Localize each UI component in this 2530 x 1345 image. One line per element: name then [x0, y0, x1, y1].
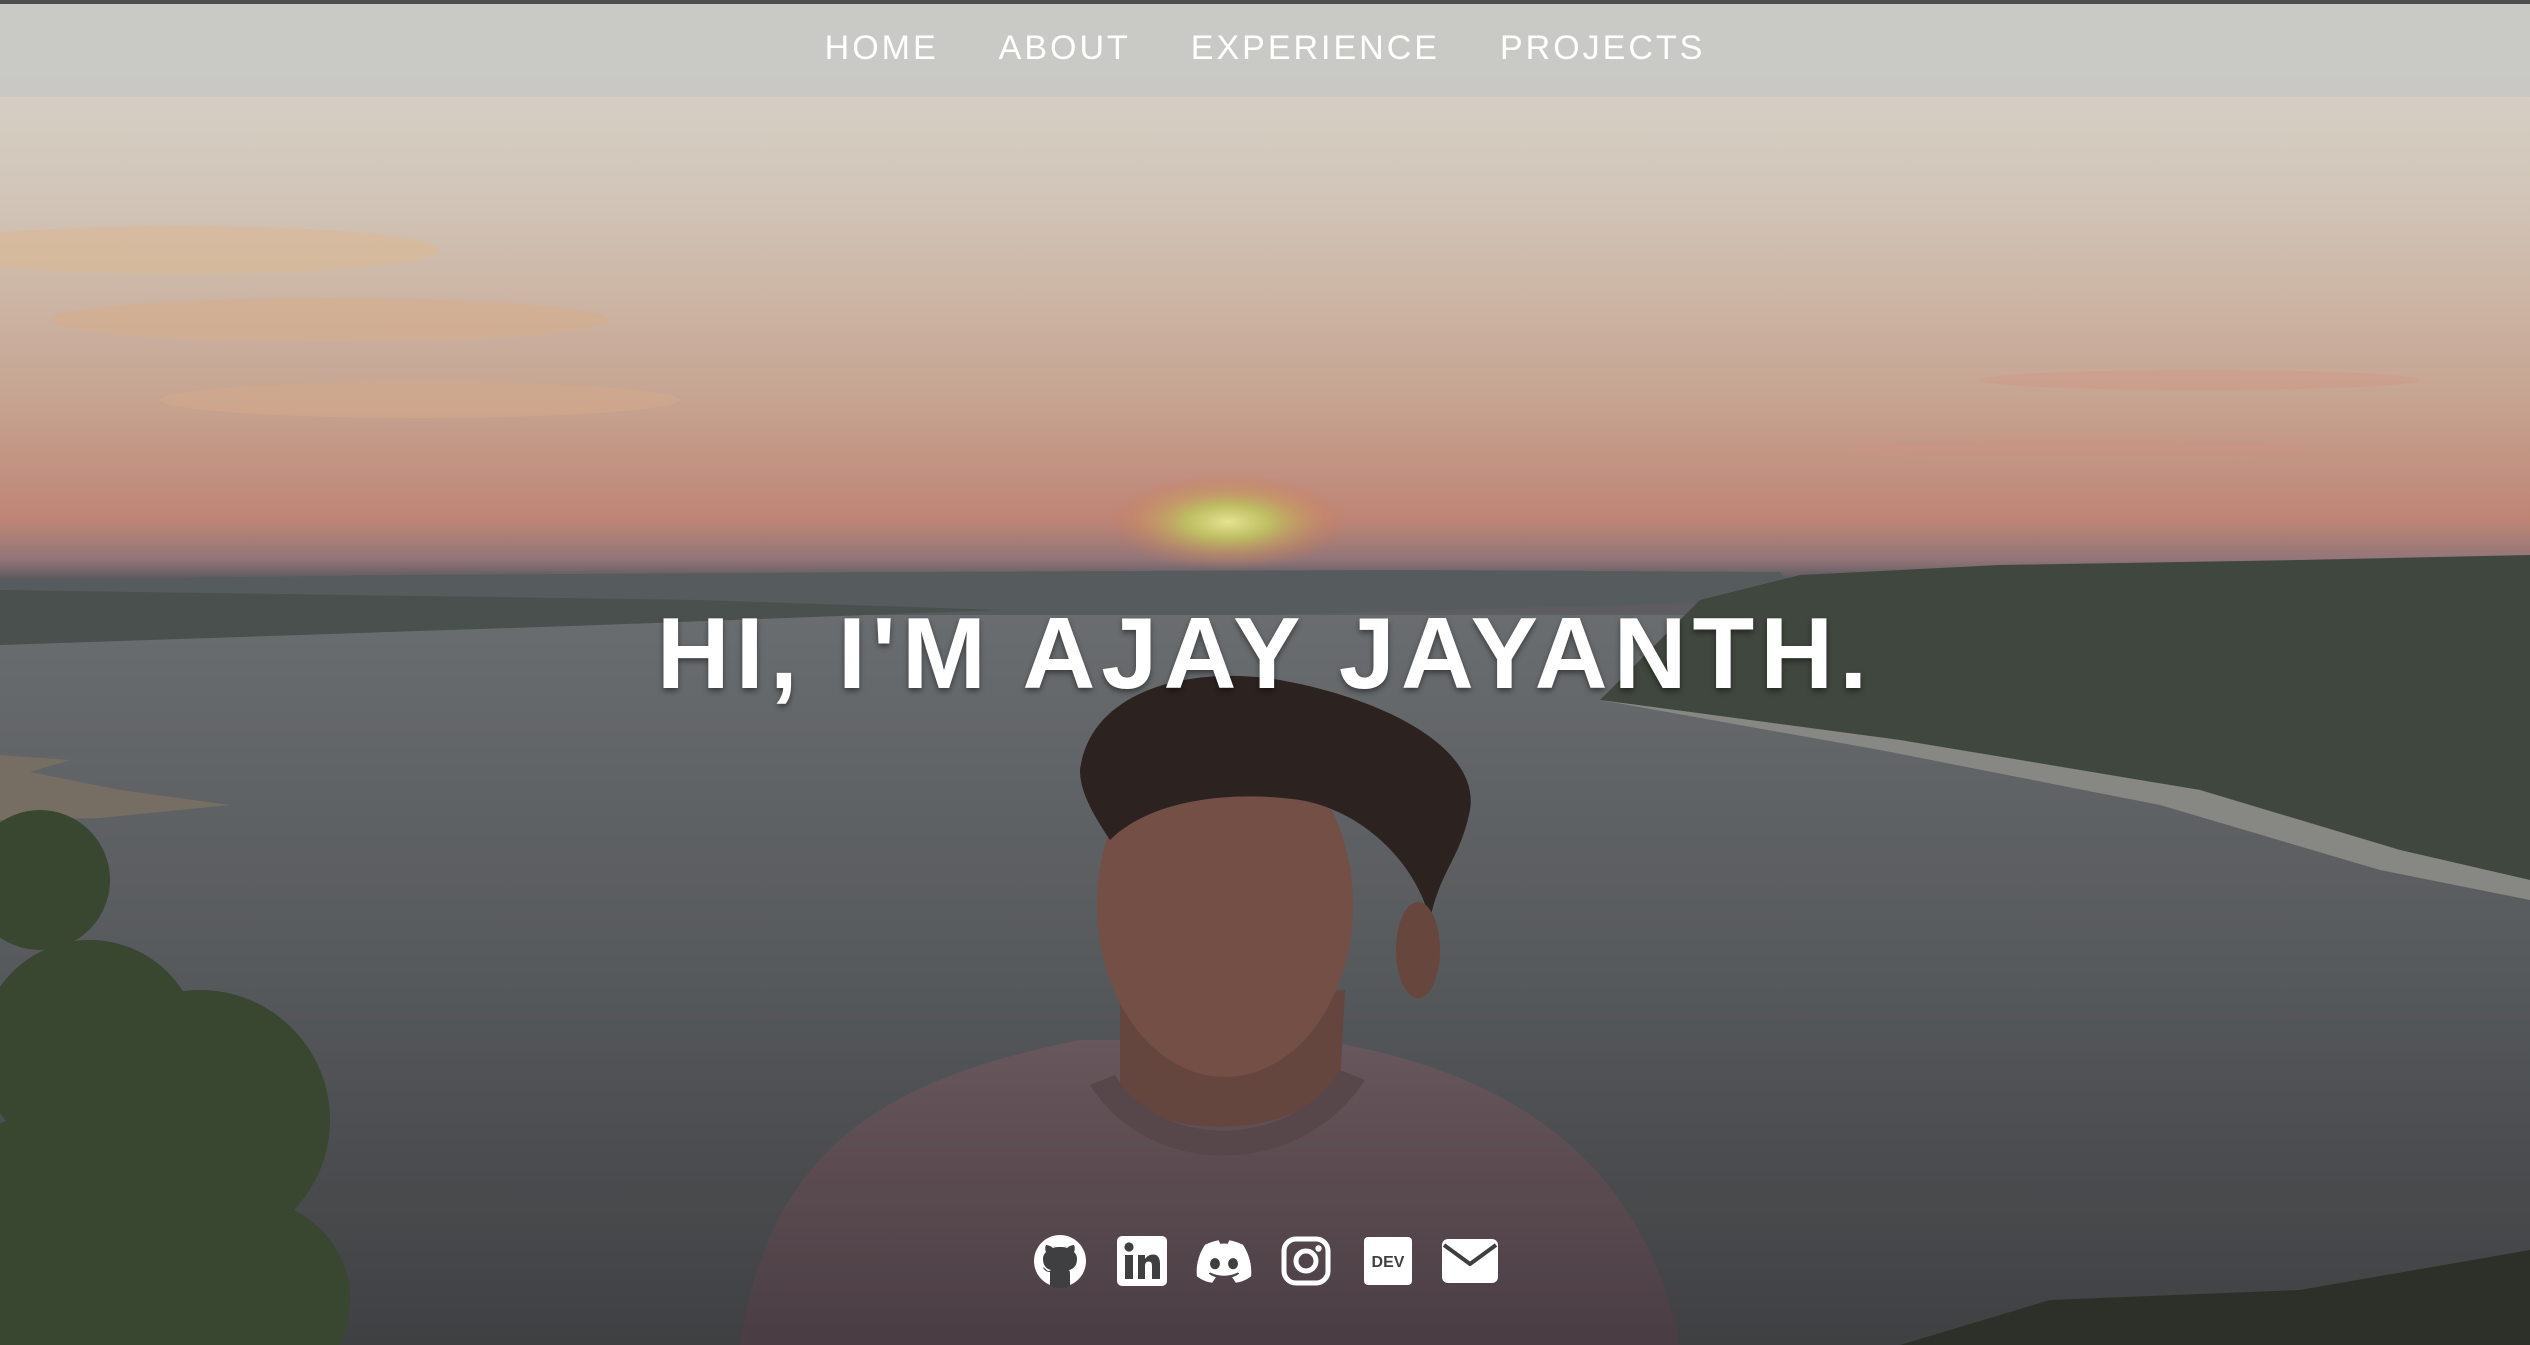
github-link[interactable]: [1032, 1233, 1088, 1289]
email-icon: [1442, 1239, 1498, 1283]
instagram-icon: [1281, 1236, 1331, 1286]
discord-icon: [1196, 1240, 1252, 1283]
nav-about-link[interactable]: ABOUT: [999, 29, 1131, 72]
hero-title: HI, I'M AJAY JAYANTH.: [656, 598, 1874, 710]
nav-home-link[interactable]: HOME: [825, 29, 939, 72]
nav-projects-link[interactable]: PROJECTS: [1500, 29, 1705, 72]
dev-icon: DEV: [1364, 1237, 1412, 1285]
top-navbar: HOME ABOUT EXPERIENCE PROJECTS: [0, 0, 2530, 97]
email-link[interactable]: [1442, 1233, 1498, 1289]
linkedin-icon: [1117, 1236, 1167, 1286]
hero-section: HOME ABOUT EXPERIENCE PROJECTS HI, I'M A…: [0, 0, 2530, 1345]
dev-link[interactable]: DEV: [1360, 1233, 1416, 1289]
github-icon: [1034, 1235, 1086, 1288]
social-links: DEV: [0, 1233, 2530, 1289]
dev-badge-text: DEV: [1372, 1254, 1405, 1271]
nav-experience-link[interactable]: EXPERIENCE: [1191, 29, 1440, 72]
instagram-link[interactable]: [1278, 1233, 1334, 1289]
discord-link[interactable]: [1196, 1233, 1252, 1289]
linkedin-link[interactable]: [1114, 1233, 1170, 1289]
